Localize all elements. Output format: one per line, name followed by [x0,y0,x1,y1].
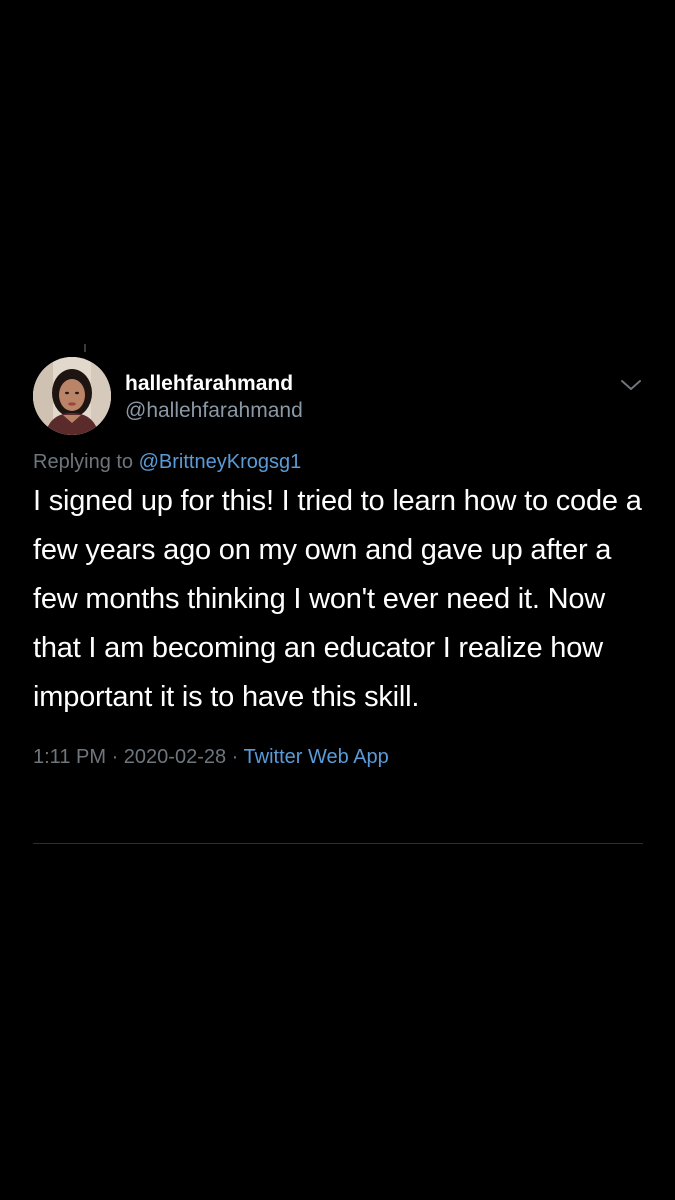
user-handle[interactable]: @hallehfarahmand [125,397,303,425]
tweet-meta: 1:11 PM · 2020-02-28 · Twitter Web App [33,744,643,770]
chevron-down-icon[interactable] [619,375,643,395]
divider [33,843,643,844]
meta-separator: · [111,746,119,768]
avatar-image [33,357,111,435]
replying-to: Replying to @BrittneyKrogsg1 [33,449,643,475]
display-name[interactable]: hallehfarahmand [125,371,303,397]
tweet-time[interactable]: 1:11 PM [33,746,106,768]
replying-to-handle-link[interactable]: @BrittneyKrogsg1 [139,451,302,473]
tweet-header: hallehfarahmand @hallehfarahmand [33,357,643,437]
tweet: hallehfarahmand @hallehfarahmand Replyin… [33,357,643,770]
tweet-source-link[interactable]: Twitter Web App [244,746,389,768]
tweet-text: I signed up for this! I tried to learn h… [33,485,642,713]
tweet-date[interactable]: 2020-02-28 [124,746,226,768]
scroll-tick [84,344,86,352]
avatar[interactable] [33,357,111,435]
user-names: hallehfarahmand @hallehfarahmand [125,371,303,425]
replying-to-label: Replying to [33,451,134,473]
meta-separator: · [231,746,239,768]
